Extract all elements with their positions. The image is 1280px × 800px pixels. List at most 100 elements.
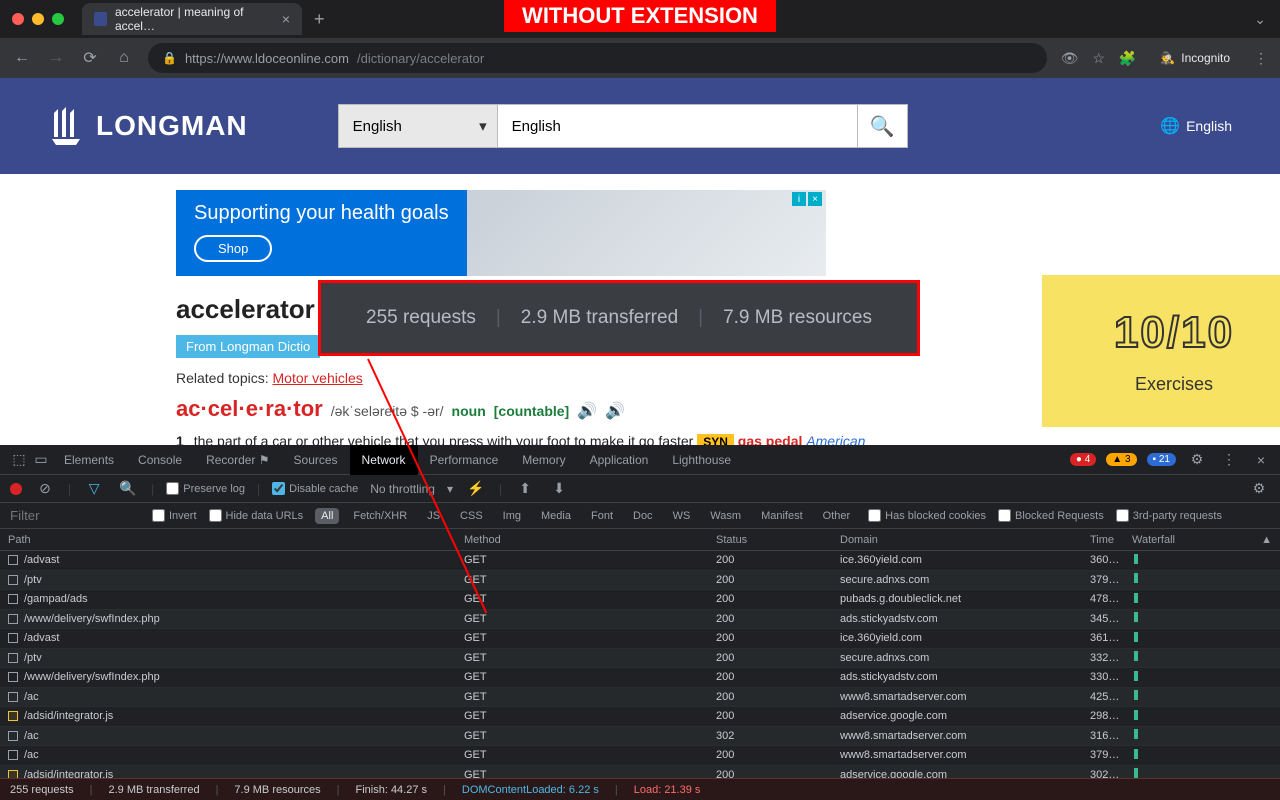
upload-icon[interactable]: ⬆: [514, 480, 536, 497]
search-button[interactable]: 🔍: [858, 104, 908, 148]
col-path[interactable]: Path: [0, 534, 456, 546]
cross-ref[interactable]: gas pedal: [738, 433, 803, 445]
minimize-window-icon[interactable]: [32, 13, 44, 25]
ad-close-icon[interactable]: ×: [808, 192, 822, 206]
record-icon[interactable]: [10, 483, 22, 495]
menu-icon[interactable]: ⋮: [1254, 50, 1268, 67]
back-icon[interactable]: ←: [12, 49, 32, 67]
tab-list-chevron-icon[interactable]: ⌄: [1254, 11, 1266, 28]
def-link[interactable]: vehicle: [348, 433, 392, 445]
reload-icon[interactable]: ⟳: [80, 48, 100, 68]
filter-icon[interactable]: ▽: [83, 480, 105, 497]
extensions-icon[interactable]: 🧩: [1119, 50, 1136, 67]
devtools-tab-application[interactable]: Application: [578, 445, 661, 475]
preserve-log-checkbox[interactable]: Preserve log: [166, 482, 245, 495]
def-link[interactable]: press: [449, 433, 483, 445]
type-filter-ws[interactable]: WS: [667, 508, 697, 524]
language-switch[interactable]: 🌐 English: [1160, 116, 1232, 136]
devtools-tab-performance[interactable]: Performance: [418, 445, 511, 475]
search-icon[interactable]: 🔍: [117, 480, 139, 497]
table-row[interactable]: /www/delivery/swfIndex.phpGET200ads.stic…: [0, 668, 1280, 688]
third-party-checkbox[interactable]: 3rd-party requests: [1116, 509, 1222, 522]
type-filter-font[interactable]: Font: [585, 508, 619, 524]
type-filter-wasm[interactable]: Wasm: [704, 508, 747, 524]
devtools-tab-lighthouse[interactable]: Lighthouse: [660, 445, 743, 475]
devtools-tab-elements[interactable]: Elements: [52, 445, 126, 475]
type-filter-css[interactable]: CSS: [454, 508, 489, 524]
close-tab-icon[interactable]: ×: [282, 11, 290, 27]
blocked-cookies-checkbox[interactable]: Has blocked cookies: [868, 509, 986, 522]
forward-icon[interactable]: →: [46, 49, 66, 67]
browser-tab[interactable]: accelerator | meaning of accel… ×: [82, 3, 302, 35]
new-tab-button[interactable]: +: [314, 9, 325, 30]
language-select[interactable]: English: [338, 104, 498, 148]
col-status[interactable]: Status: [708, 534, 832, 546]
eye-off-icon[interactable]: 👁: [1061, 50, 1079, 67]
devtools-tab-recorder[interactable]: Recorder ⚑: [194, 445, 281, 475]
table-row[interactable]: /adsid/integrator.jsGET200adservice.goog…: [0, 766, 1280, 779]
chevron-down-icon[interactable]: ▾: [447, 482, 453, 496]
inspect-icon[interactable]: ⬚: [8, 451, 30, 468]
info-count-badge[interactable]: ▪ 21: [1147, 453, 1176, 466]
maximize-window-icon[interactable]: [52, 13, 64, 25]
grammar-label: [countable]: [494, 403, 569, 419]
hide-data-urls-checkbox[interactable]: Hide data URLs: [209, 509, 304, 522]
type-filter-media[interactable]: Media: [535, 508, 577, 524]
table-row[interactable]: /acGET302www8.smartadserver.com316…: [0, 727, 1280, 747]
table-row[interactable]: /adsid/integrator.jsGET200adservice.goog…: [0, 707, 1280, 727]
error-count-badge[interactable]: ● 4: [1070, 453, 1096, 466]
table-row[interactable]: /ptvGET200secure.adnxs.com379…: [0, 571, 1280, 591]
def-link[interactable]: faster: [658, 433, 693, 445]
blocked-requests-checkbox[interactable]: Blocked Requests: [998, 509, 1104, 522]
logo[interactable]: LONGMAN: [48, 105, 248, 147]
table-row[interactable]: /acGET200www8.smartadserver.com425…: [0, 688, 1280, 708]
type-filter-doc[interactable]: Doc: [627, 508, 659, 524]
type-filter-fetchxhr[interactable]: Fetch/XHR: [347, 508, 413, 524]
ad-banner[interactable]: Supporting your health goals Shop Walmar…: [176, 190, 826, 276]
table-row[interactable]: /www/delivery/swfIndex.phpGET200ads.stic…: [0, 610, 1280, 630]
type-filter-all[interactable]: All: [315, 508, 339, 524]
url-input[interactable]: 🔒 https://www.ldoceonline.com/dictionary…: [148, 43, 1047, 73]
table-row[interactable]: /acGET200www8.smartadserver.com379…: [0, 746, 1280, 766]
close-window-icon[interactable]: [12, 13, 24, 25]
def-link[interactable]: foot: [547, 433, 570, 445]
table-row[interactable]: /gampad/adsGET200pubads.g.doubleclick.ne…: [0, 590, 1280, 610]
disable-cache-checkbox[interactable]: Disable cache: [272, 482, 358, 495]
menu-icon[interactable]: ⋮: [1218, 451, 1240, 468]
warning-count-badge[interactable]: ▲ 3: [1106, 453, 1136, 466]
col-waterfall[interactable]: Waterfall ▲: [1124, 534, 1280, 546]
table-row[interactable]: /advastGET200ice.360yield.com360…: [0, 551, 1280, 571]
window-controls[interactable]: [12, 13, 64, 25]
exercises-panel[interactable]: 10/10 Exercises: [1042, 275, 1280, 427]
type-filter-manifest[interactable]: Manifest: [755, 508, 809, 524]
clear-icon[interactable]: ⊘: [34, 480, 56, 497]
devtools-tab-sources[interactable]: Sources: [282, 445, 350, 475]
close-icon[interactable]: ×: [1250, 452, 1272, 468]
devtools-tab-network[interactable]: Network: [350, 445, 418, 475]
gear-icon[interactable]: ⚙: [1248, 480, 1270, 497]
wifi-icon[interactable]: ⚡: [465, 480, 487, 497]
col-method[interactable]: Method: [456, 534, 708, 546]
filter-input[interactable]: [10, 508, 140, 523]
related-topics: Related topics: Motor vehicles: [176, 370, 1104, 386]
home-icon[interactable]: ⌂: [114, 49, 134, 67]
col-time[interactable]: Time: [1082, 534, 1124, 546]
invert-checkbox[interactable]: Invert: [152, 509, 197, 522]
type-filter-other[interactable]: Other: [817, 508, 857, 524]
device-icon[interactable]: ▭: [30, 451, 52, 468]
table-row[interactable]: /advastGET200ice.360yield.com361…: [0, 629, 1280, 649]
gear-icon[interactable]: ⚙: [1186, 451, 1208, 468]
devtools-tab-memory[interactable]: Memory: [510, 445, 577, 475]
search-input[interactable]: English: [498, 104, 858, 148]
bookmark-icon[interactable]: ☆: [1092, 50, 1105, 67]
audio-us-icon[interactable]: 🔊: [605, 401, 625, 421]
col-domain[interactable]: Domain: [832, 534, 1082, 546]
table-row[interactable]: /ptvGET200secure.adnxs.com332…: [0, 649, 1280, 669]
type-filter-img[interactable]: Img: [497, 508, 527, 524]
ad-info-icon[interactable]: i: [792, 192, 806, 206]
download-icon[interactable]: ⬇: [548, 480, 570, 497]
devtools-tab-console[interactable]: Console: [126, 445, 194, 475]
related-link[interactable]: Motor vehicles: [273, 370, 363, 386]
audio-uk-icon[interactable]: 🔊: [577, 401, 597, 421]
ad-cta-button[interactable]: Shop: [194, 235, 272, 262]
